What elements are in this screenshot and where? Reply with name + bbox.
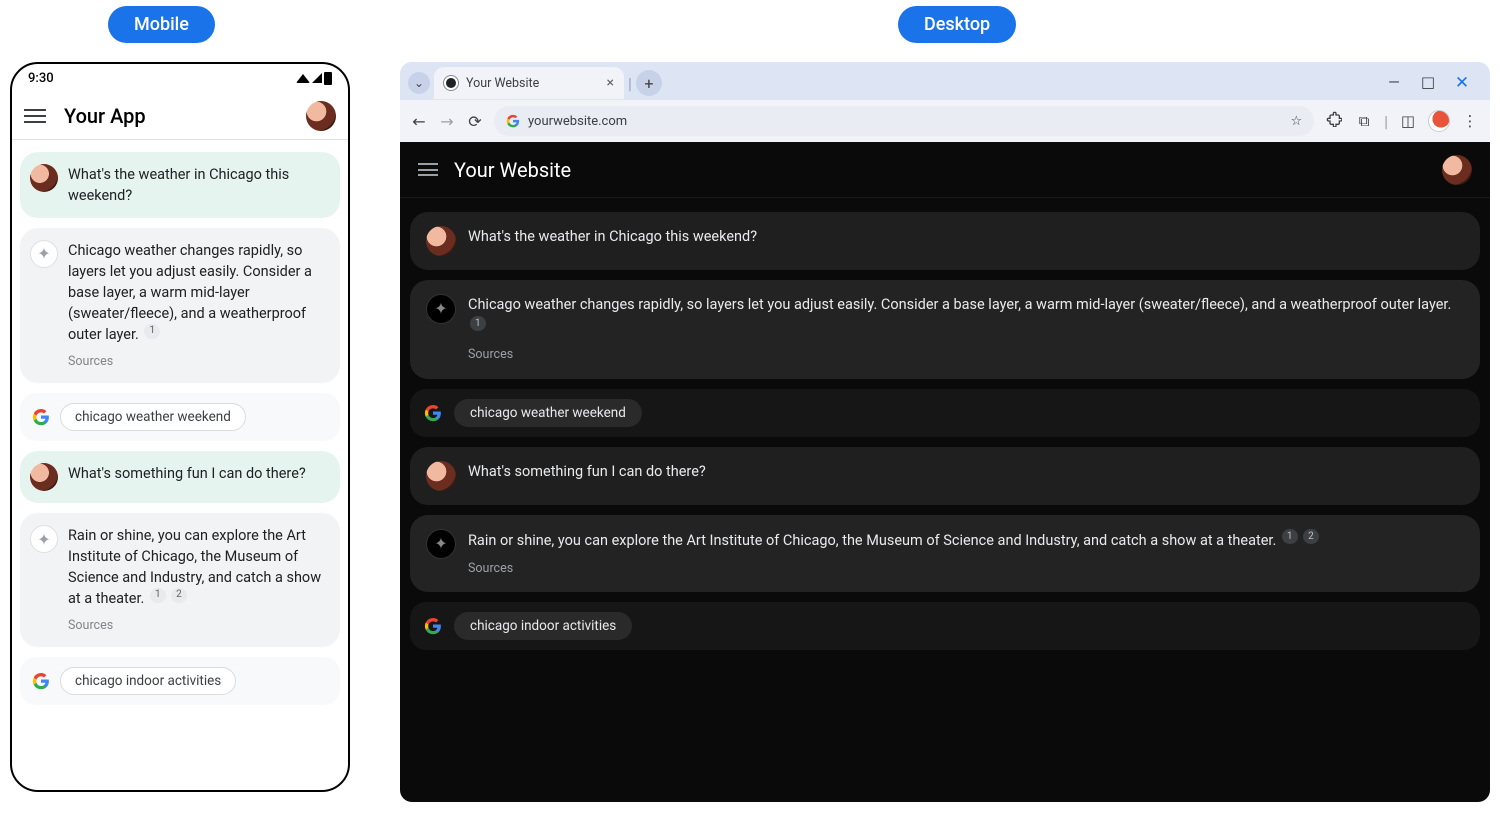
google-logo-icon — [32, 408, 50, 426]
message-text: Rain or shine, you can explore the Art I… — [68, 527, 321, 607]
sparkle-icon: ✦ — [30, 240, 58, 268]
window-controls: — □ ✕ — [1382, 73, 1482, 93]
citation-badge[interactable]: 2 — [171, 588, 187, 603]
browser-toolbar: ← → ⟳ yourwebsite.com ☆ ⧉ | ◫ ⋮ — [400, 100, 1490, 142]
status-bar: 9:30 — [12, 64, 348, 92]
sources-label[interactable]: Sources — [68, 617, 326, 635]
close-icon[interactable]: × — [607, 75, 614, 91]
message-text: What's something fun I can do there? — [68, 463, 306, 491]
mobile-chat-list: What's the weather in Chicago this weeke… — [12, 140, 348, 717]
tab-favicon-icon — [444, 76, 458, 90]
profile-avatar[interactable] — [1442, 155, 1472, 185]
tab-title: Your Website — [466, 76, 599, 91]
mobile-label: Mobile — [108, 6, 215, 43]
sparkle-icon: ✦ — [30, 525, 58, 553]
back-icon[interactable]: ← — [410, 112, 428, 131]
search-suggestion-row: chicago indoor activities — [410, 602, 1480, 650]
sidepanel-icon[interactable]: ◫ — [1398, 112, 1418, 130]
browser-tab-strip: ⌄ Your Website × | + — □ ✕ — [400, 62, 1490, 100]
google-logo-icon — [424, 404, 442, 422]
user-message: What's something fun I can do there? — [410, 447, 1480, 505]
menu-icon[interactable] — [418, 163, 438, 176]
battery-icon — [324, 72, 332, 85]
message-text: Rain or shine, you can explore the Art I… — [468, 532, 1276, 549]
extensions-icon[interactable] — [1324, 111, 1344, 131]
sparkle-icon: ✦ — [426, 294, 456, 324]
message-text: What's something fun I can do there? — [468, 461, 706, 491]
profile-icon[interactable] — [1428, 110, 1450, 132]
extensions-icon[interactable]: ⧉ — [1354, 113, 1374, 130]
citation-badge[interactable]: 1 — [1282, 529, 1298, 544]
ai-message: ✦ Rain or shine, you can explore the Art… — [410, 515, 1480, 592]
new-tab-button[interactable]: + — [636, 70, 662, 96]
star-icon[interactable]: ☆ — [1290, 114, 1302, 129]
desktop-chat-list: What's the weather in Chicago this weeke… — [400, 198, 1490, 664]
message-text: What's the weather in Chicago this weeke… — [68, 164, 326, 206]
ai-message: ✦ Rain or shine, you can explore the Art… — [20, 513, 340, 647]
user-avatar-icon — [30, 164, 58, 192]
maximize-icon[interactable]: □ — [1416, 73, 1440, 93]
cell-signal-icon — [312, 73, 322, 83]
site-title: Your Website — [454, 158, 1426, 182]
status-time: 9:30 — [28, 71, 54, 86]
citation-badge[interactable]: 2 — [1303, 529, 1319, 544]
user-message: What's the weather in Chicago this weeke… — [20, 152, 340, 218]
user-avatar-icon — [30, 463, 58, 491]
citation-badge[interactable]: 1 — [144, 324, 160, 339]
desktop-label: Desktop — [898, 6, 1016, 43]
user-avatar-icon — [426, 461, 456, 491]
citation-badge[interactable]: 1 — [470, 316, 486, 331]
ai-message: ✦ Chicago weather changes rapidly, so la… — [410, 280, 1480, 379]
search-chip[interactable]: chicago indoor activities — [60, 667, 236, 695]
address-bar[interactable]: yourwebsite.com ☆ — [494, 106, 1314, 136]
google-logo-icon — [32, 672, 50, 690]
close-window-icon[interactable]: ✕ — [1450, 73, 1474, 93]
website-body: Your Website What's the weather in Chica… — [400, 142, 1490, 802]
google-logo-icon — [506, 114, 520, 128]
message-text: Chicago weather changes rapidly, so laye… — [68, 242, 312, 343]
sources-label[interactable]: Sources — [468, 346, 1464, 365]
search-chip[interactable]: chicago indoor activities — [454, 612, 632, 640]
mobile-device-frame: 9:30 Your App What's the weather in Chic… — [10, 62, 350, 792]
profile-avatar[interactable] — [306, 101, 336, 131]
citation-badge[interactable]: 1 — [150, 588, 166, 603]
wifi-icon — [296, 74, 310, 83]
search-suggestion-row: chicago weather weekend — [20, 393, 340, 441]
url-text: yourwebsite.com — [528, 114, 627, 129]
message-text: Chicago weather changes rapidly, so laye… — [468, 296, 1451, 313]
sources-label[interactable]: Sources — [68, 353, 326, 371]
mobile-app-header: Your App — [12, 92, 348, 140]
ai-message: ✦ Chicago weather changes rapidly, so la… — [20, 228, 340, 383]
status-icons — [296, 72, 332, 85]
message-text: What's the weather in Chicago this weeke… — [468, 226, 757, 256]
sparkle-icon: ✦ — [426, 529, 456, 559]
browser-tab[interactable]: Your Website × — [434, 67, 624, 99]
user-message: What's something fun I can do there? — [20, 451, 340, 503]
user-message: What's the weather in Chicago this weeke… — [410, 212, 1480, 270]
app-title: Your App — [64, 104, 306, 128]
site-header: Your Website — [400, 142, 1490, 198]
menu-icon[interactable] — [24, 109, 46, 123]
user-avatar-icon — [426, 226, 456, 256]
more-icon[interactable]: ⋮ — [1460, 112, 1480, 130]
google-logo-icon — [424, 617, 442, 635]
search-suggestion-row: chicago indoor activities — [20, 657, 340, 705]
tab-search-icon[interactable]: ⌄ — [408, 72, 430, 94]
desktop-browser-frame: ⌄ Your Website × | + — □ ✕ ← → ⟳ yourweb… — [400, 62, 1490, 802]
sources-label[interactable]: Sources — [468, 560, 1464, 579]
reload-icon[interactable]: ⟳ — [466, 112, 484, 131]
search-chip[interactable]: chicago weather weekend — [60, 403, 246, 431]
minimize-icon[interactable]: — — [1382, 73, 1406, 93]
search-suggestion-row: chicago weather weekend — [410, 389, 1480, 437]
search-chip[interactable]: chicago weather weekend — [454, 399, 642, 427]
forward-icon[interactable]: → — [438, 112, 456, 131]
